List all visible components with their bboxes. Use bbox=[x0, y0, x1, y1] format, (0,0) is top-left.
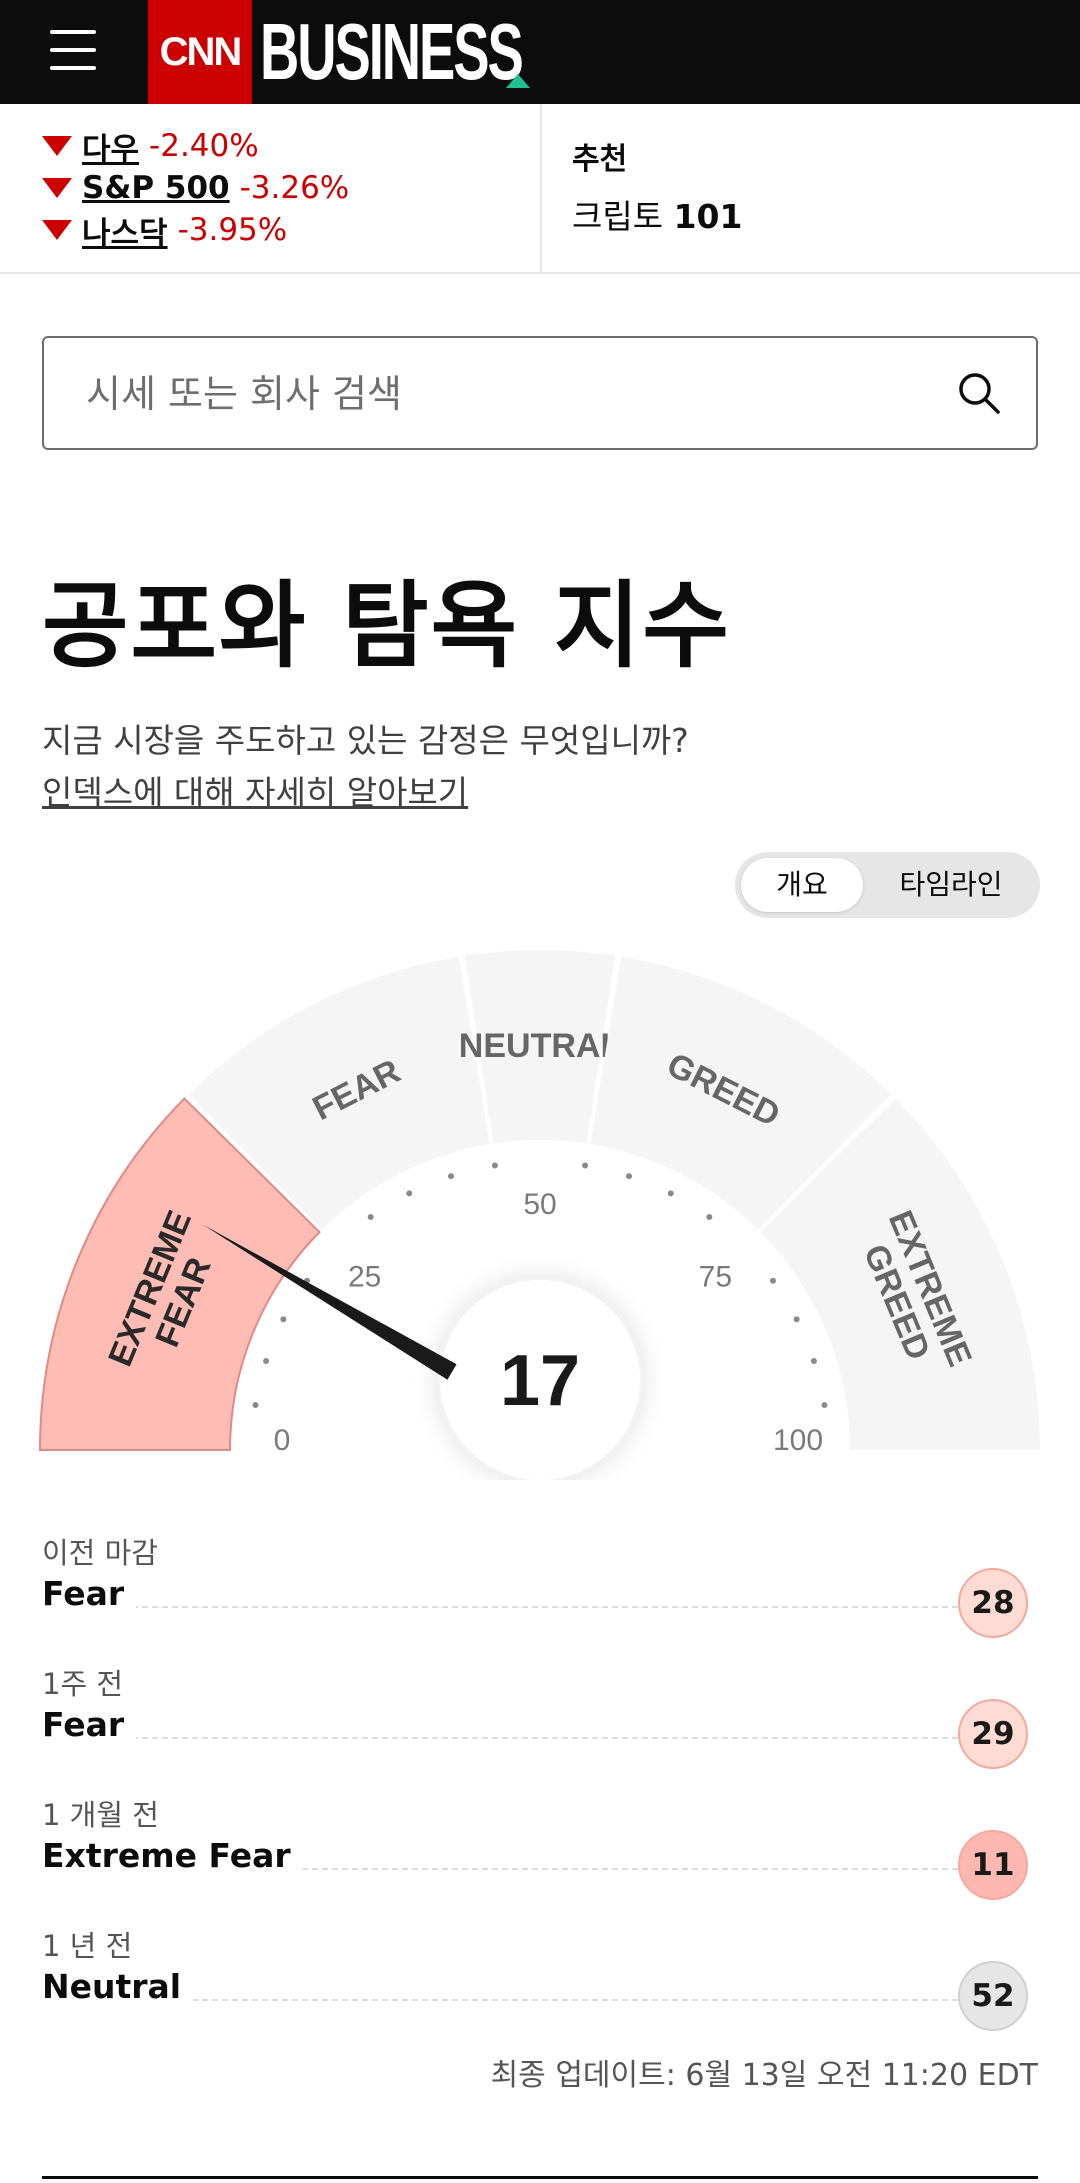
gauge-value: 17 bbox=[500, 1341, 580, 1421]
gauge-tick-label: 50 bbox=[523, 1188, 556, 1221]
gauge-dot bbox=[448, 1173, 455, 1180]
market-row-nasdaq: 나스닥 -3.95% bbox=[42, 208, 288, 253]
toggle-overview[interactable]: 개요 bbox=[741, 858, 863, 912]
down-arrow-icon bbox=[42, 178, 72, 198]
gauge-dot bbox=[406, 1190, 413, 1197]
search-box bbox=[42, 336, 1038, 450]
market-change: -3.95% bbox=[177, 212, 288, 248]
search-input[interactable] bbox=[84, 338, 948, 450]
history-score-badge: 29 bbox=[958, 1699, 1028, 1769]
history-period: 1주 전 bbox=[42, 1667, 124, 1701]
cnn-logo-text: CNN bbox=[159, 29, 243, 74]
history-row: 1 년 전 Neutral 52 bbox=[42, 1923, 1038, 2053]
learn-more-link[interactable]: 인덱스에 대해 자세히 알아보기 bbox=[42, 766, 468, 814]
dotted-leader bbox=[42, 1737, 968, 1739]
page-title: 공포와 탐욕 지수 bbox=[42, 572, 731, 681]
history-period: 이전 마감 bbox=[42, 1536, 158, 1570]
page-subtitle: 지금 시장을 주도하고 있는 감정은 무엇입니까? bbox=[42, 721, 689, 760]
gauge-segment-label: NEUTRAL bbox=[459, 1027, 621, 1065]
gauge-dot bbox=[810, 1358, 817, 1365]
gauge-dot bbox=[667, 1190, 674, 1197]
history-period: 1 년 전 bbox=[42, 1929, 133, 1963]
market-row-dow: 다우 -2.40% bbox=[42, 124, 259, 169]
history-row: 1주 전 Fear 29 bbox=[42, 1661, 1038, 1791]
view-toggle: 개요 타임라인 bbox=[735, 852, 1040, 918]
cnn-logo[interactable]: CNN bbox=[148, 0, 252, 104]
history-score-badge: 11 bbox=[958, 1830, 1028, 1900]
recommended-link-number: 101 bbox=[673, 197, 743, 236]
business-logo-text[interactable]: BUSINESS bbox=[260, 6, 524, 98]
gauge-dot bbox=[706, 1214, 713, 1221]
market-summary-strip: 다우 -2.40% S&P 500 -3.26% 나스닥 -3.95% 추천 크… bbox=[0, 104, 1080, 274]
market-change: -2.40% bbox=[149, 128, 259, 164]
recommended-link-crypto[interactable]: 크립토 101 bbox=[572, 190, 742, 238]
down-arrow-icon bbox=[42, 220, 72, 240]
last-updated-text: 최종 업데이트: 6월 13일 오전 11:20 EDT bbox=[490, 2058, 1038, 2093]
gauge-dot bbox=[263, 1358, 270, 1365]
gauge-dot bbox=[793, 1316, 800, 1323]
gauge-tick-label: 25 bbox=[348, 1261, 381, 1294]
gauge-tick-label: 100 bbox=[773, 1424, 823, 1457]
gauge-dot bbox=[769, 1277, 776, 1284]
search-icon[interactable] bbox=[956, 370, 1002, 416]
history-row: 이전 마감 Fear 28 bbox=[42, 1530, 1038, 1660]
gauge-dot bbox=[367, 1214, 374, 1221]
history-row: 1 개월 전 Extreme Fear 11 bbox=[42, 1792, 1038, 1922]
fear-greed-gauge: EXTREMEFEARFEARNEUTRAL GREEDEXTREMEGREED … bbox=[38, 950, 1040, 1480]
dotted-leader bbox=[42, 1606, 968, 1608]
market-name-link[interactable]: 다우 bbox=[82, 124, 139, 169]
top-navigation-bar: CNN BUSINESS bbox=[0, 0, 1080, 104]
history-rating: Extreme Fear bbox=[42, 1836, 303, 1875]
gauge-dot bbox=[625, 1173, 632, 1180]
market-change: -3.26% bbox=[239, 170, 350, 206]
gauge-tick-label: 0 bbox=[274, 1424, 291, 1457]
logo-triangle-icon bbox=[506, 74, 530, 88]
market-name-link[interactable]: 나스닥 bbox=[82, 208, 168, 253]
toggle-timeline[interactable]: 타임라인 bbox=[871, 858, 1031, 912]
gauge-dot bbox=[582, 1162, 589, 1169]
history-score-badge: 52 bbox=[958, 1961, 1028, 2031]
market-row-sp500: S&P 500 -3.26% bbox=[42, 168, 349, 208]
gauge-dot bbox=[491, 1162, 498, 1169]
history-period: 1 개월 전 bbox=[42, 1798, 159, 1832]
gauge-dot bbox=[252, 1401, 259, 1408]
bottom-divider bbox=[42, 2176, 1038, 2179]
history-rating: Fear bbox=[42, 1705, 137, 1744]
history-score-badge: 28 bbox=[958, 1568, 1028, 1638]
history-rating: Fear bbox=[42, 1574, 137, 1613]
gauge-dot bbox=[280, 1316, 287, 1323]
recommended-link-prefix: 크립토 bbox=[572, 197, 664, 236]
vertical-divider bbox=[540, 104, 542, 272]
gauge-tick-label: 75 bbox=[699, 1261, 732, 1294]
down-arrow-icon bbox=[42, 136, 72, 156]
history-rating: Neutral bbox=[42, 1967, 194, 2006]
market-name-link[interactable]: S&P 500 bbox=[82, 170, 230, 206]
gauge-dot bbox=[821, 1401, 828, 1408]
menu-icon[interactable] bbox=[50, 28, 98, 72]
recommended-heading: 추천 bbox=[572, 142, 628, 177]
